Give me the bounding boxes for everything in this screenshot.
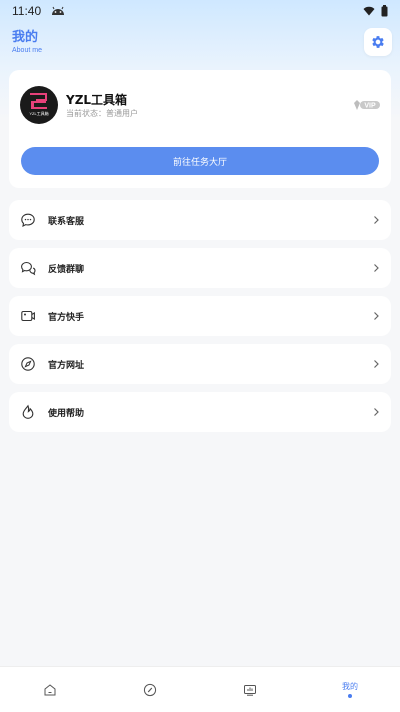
menu-item-label: 联系客服 [48,216,85,227]
chart-board-icon [244,684,256,696]
menu-item-label: 使用帮助 [48,408,85,419]
nav-tab-dashboard[interactable] [200,667,300,712]
avatar[interactable]: YZL工具箱 [20,86,58,124]
menu-item-usage-help[interactable]: 使用帮助 [9,392,391,432]
video-icon [20,308,36,324]
battery-icon [381,5,388,17]
task-hall-button[interactable]: 前往任务大厅 [21,147,379,175]
menu-item-official-website[interactable]: 官方网址 [9,344,391,384]
chevron-right-icon [374,408,379,416]
profile-name: YZL工具箱 [66,93,128,107]
compass-icon [20,356,36,372]
bottom-navigation: 我的 [0,666,400,712]
page-subtitle: About me [12,47,42,54]
vip-badge-label: VIP [364,103,376,110]
vip-badge-icon: VIP [354,100,380,110]
gear-icon [372,36,384,48]
chevron-right-icon [374,360,379,368]
menu-item-feedback-group[interactable]: 反馈群聊 [9,248,391,288]
menu-item-label: 官方快手 [48,312,85,323]
menu-item-contact-service[interactable]: 联系客服 [9,200,391,240]
chevron-right-icon [374,216,379,224]
settings-button[interactable] [364,28,392,56]
menu-item-label: 官方网址 [48,360,85,371]
compass-icon [143,683,157,696]
nav-tab-profile[interactable]: 我的 [300,667,400,712]
android-notification-icon [52,6,65,15]
group-chat-icon [20,260,36,276]
avatar-label: YZL工具箱 [29,111,49,116]
status-bar: 11:40 [0,0,400,22]
nav-tab-profile-label: 我的 [342,682,358,691]
chevron-right-icon [374,264,379,272]
page-title: 我的 [12,30,39,45]
nav-active-indicator [348,694,352,698]
help-drop-icon [20,404,36,420]
chevron-right-icon [374,312,379,320]
profile-status: 当前状态：普通用户 [66,109,138,118]
chat-bubble-icon [20,212,36,228]
profile-card: YZL工具箱 YZL工具箱 当前状态：普通用户 VIP 前往任务大厅 [9,70,391,188]
nav-tab-home[interactable] [0,667,100,712]
home-icon [44,683,56,695]
page-header: 我的 About me [12,30,42,56]
menu-item-label: 反馈群聊 [48,264,85,275]
app-logo-icon [30,93,47,109]
status-time: 11:40 [12,4,42,18]
menu-item-official-kuaishou[interactable]: 官方快手 [9,296,391,336]
wifi-icon [363,6,375,16]
nav-tab-discover[interactable] [100,667,200,712]
